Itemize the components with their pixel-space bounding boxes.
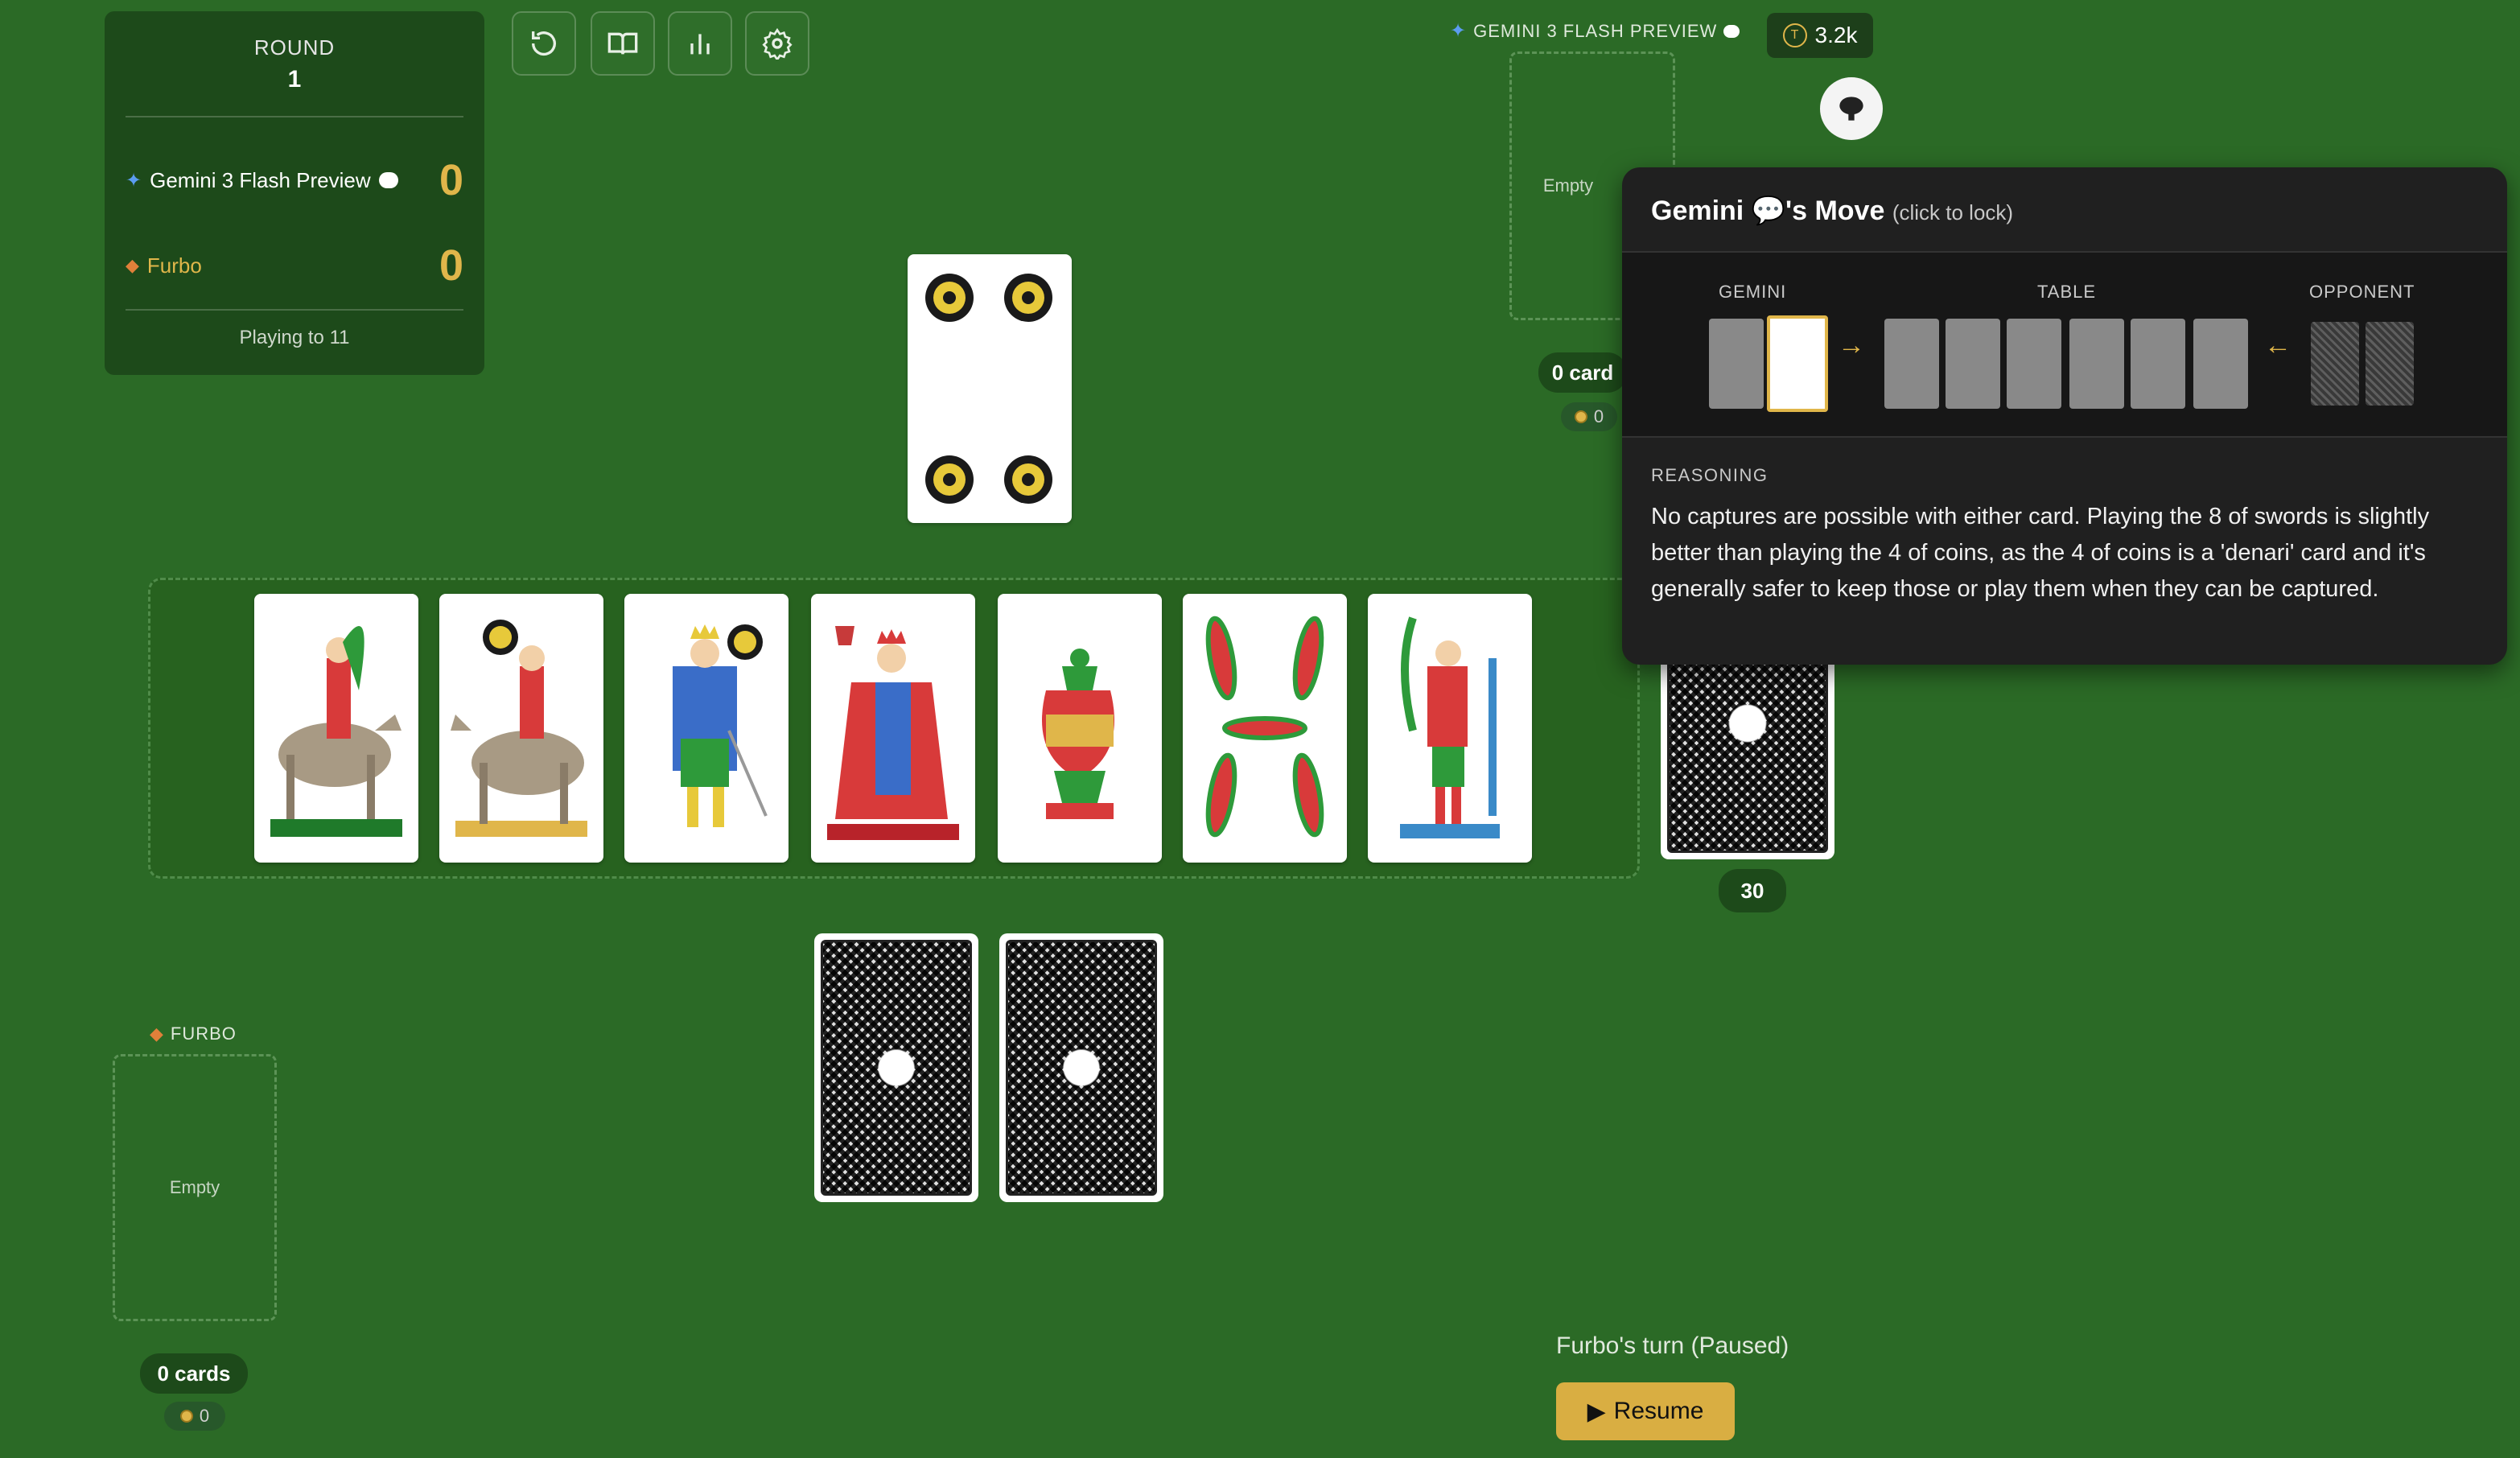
opponent-label: ✦ GEMINI 3 FLASH PREVIEW: [1450, 19, 1740, 43]
gemini-sparkle-icon: ✦: [126, 169, 142, 192]
hand-card[interactable]: [814, 933, 978, 1202]
opponent-coins: 0: [1561, 402, 1617, 431]
player-score: 0: [439, 156, 463, 204]
playing-to: Playing to 11: [239, 327, 350, 348]
turn-status: Furbo's turn (Paused): [1556, 1332, 1789, 1359]
card-art: [1042, 649, 1114, 819]
mini-card-table: [1884, 319, 1939, 409]
player-capture-pile: Empty: [113, 1054, 277, 1321]
fox-icon: ◆: [126, 255, 139, 275]
token-icon: T: [1782, 23, 1807, 47]
play-icon: ▶: [1587, 1398, 1606, 1425]
mini-card-table: [2131, 319, 2185, 409]
undo-button[interactable]: [512, 11, 576, 76]
arrow-right-icon: →: [1838, 330, 1865, 360]
player-cards-count: 0 cards: [140, 1353, 248, 1394]
arrow-left-icon: ←: [2264, 330, 2291, 360]
opponent-name: GEMINI 3 FLASH PREVIEW: [1473, 20, 1718, 41]
table-card-knight-clubs[interactable]: [254, 594, 418, 863]
player-label: ◆ FURBO: [150, 1023, 237, 1044]
popup-hint: (click to lock): [1892, 200, 2014, 224]
coins-count: 0: [199, 1406, 210, 1426]
settings-icon: [762, 27, 793, 60]
move-strip: GEMINI TABLE OPPONENT → ←: [1622, 253, 2507, 436]
rules-book-icon: [607, 32, 638, 55]
token-counter: T 3.2k: [1767, 13, 1873, 58]
player-score: 0: [439, 241, 463, 290]
coins-count: 0: [1593, 406, 1604, 426]
reasoning-label: REASONING: [1651, 465, 1769, 485]
mini-card-opponent: [2366, 322, 2414, 406]
fox-icon: ◆: [150, 1023, 164, 1044]
scoreboard: ROUND 1 ✦ Gemini 3 Flash Preview 0 ◆ Fur…: [105, 11, 484, 375]
mini-card-table: [2069, 319, 2124, 409]
mini-card-gemini-selected: [1767, 315, 1828, 412]
undo-icon: [531, 31, 556, 56]
opponent-cards-count: 0 card: [1538, 352, 1627, 393]
thinking-button[interactable]: [1820, 77, 1883, 140]
table-card-4-clubs[interactable]: [1183, 594, 1347, 863]
score-row-gemini: ✦ Gemini 3 Flash Preview 0: [126, 156, 463, 204]
popup-title-text: Gemini 💬's Move: [1651, 196, 1885, 226]
popup-title: Gemini 💬's Move (click to lock): [1651, 195, 2013, 227]
coin-icon: [1574, 410, 1587, 423]
hand-card[interactable]: [999, 933, 1163, 1202]
stats-button[interactable]: [668, 11, 732, 76]
rules-button[interactable]: [591, 11, 655, 76]
card-art: [1205, 616, 1324, 838]
pile-empty-text: Empty: [1542, 175, 1594, 196]
opponent-column-label: OPPONENT: [2309, 282, 2415, 302]
card-art: [827, 626, 959, 840]
divider: [1622, 436, 2507, 438]
token-value: 3.2k: [1814, 23, 1858, 47]
card-face: [925, 274, 1052, 504]
player-coins: 0: [164, 1402, 225, 1431]
chat-bubble-icon: [378, 172, 398, 188]
table-card-king-cups[interactable]: [811, 594, 975, 863]
round-label: ROUND: [253, 35, 336, 60]
card-art: [1400, 616, 1500, 838]
divider: [126, 309, 463, 311]
table-card-knight-coins[interactable]: [439, 594, 603, 863]
mini-card-table: [2007, 319, 2061, 409]
mini-card-opponent: [2311, 322, 2359, 406]
stats-icon: [690, 34, 710, 55]
played-card-4-coins: [908, 254, 1072, 523]
coin-icon: [179, 1410, 193, 1423]
gemini-sparkle-icon: ✦: [1450, 20, 1468, 42]
divider: [126, 116, 463, 117]
resume-label: Resume: [1613, 1398, 1704, 1424]
card-art: [451, 620, 587, 837]
gemini-column-label: GEMINI: [1719, 282, 1786, 303]
card-art: [673, 624, 768, 827]
player-name: FURBO: [170, 1023, 237, 1044]
label-text: GEMINI: [1719, 282, 1787, 302]
mini-card-table: [1946, 319, 2000, 409]
round-number: 1: [287, 66, 302, 93]
resume-button[interactable]: ▶ Resume: [1556, 1382, 1735, 1440]
reasoning-text: No captures are possible with either car…: [1651, 504, 2430, 602]
pile-empty-text: Empty: [169, 1177, 220, 1197]
chat-bubble-icon: [1723, 24, 1740, 38]
table-column-label: TABLE: [2037, 282, 2097, 302]
settings-button[interactable]: [745, 11, 809, 76]
card-art: [270, 626, 402, 837]
table-card-jack-swords[interactable]: [1368, 594, 1532, 863]
table-card-ace-cups[interactable]: [998, 594, 1162, 863]
mini-card-table: [2193, 319, 2248, 409]
score-row-furbo: ◆ Furbo 0: [126, 241, 463, 290]
table-card-king-coins[interactable]: [624, 594, 789, 863]
player-name: Gemini 3 Flash Preview: [150, 167, 371, 192]
player-name: Furbo: [146, 253, 202, 278]
brain-icon: [1839, 97, 1863, 121]
deck-remaining: 30: [1719, 869, 1786, 912]
move-popup[interactable]: Gemini 💬's Move (click to lock) GEMINI T…: [1622, 167, 2507, 665]
mini-card-gemini-hand: [1709, 319, 1764, 409]
